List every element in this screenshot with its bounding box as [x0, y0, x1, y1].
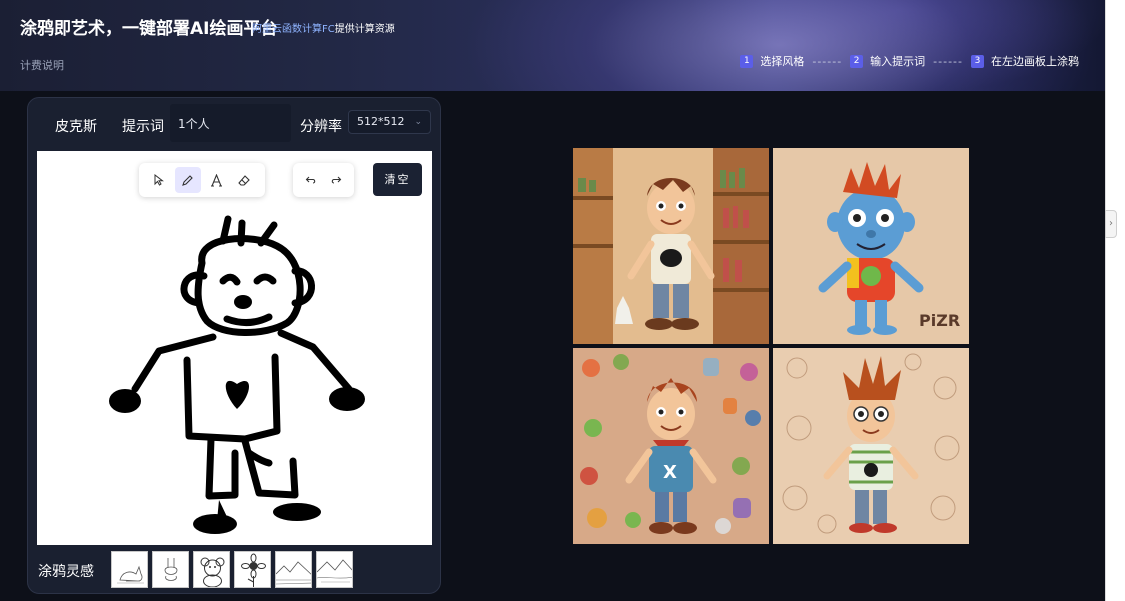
clear-button[interactable]: 清空: [373, 163, 422, 196]
provider-suffix: 提供计算资源: [334, 24, 395, 35]
result-image[interactable]: [773, 348, 969, 544]
pencil-icon[interactable]: [174, 167, 201, 193]
step-label: 在左边画板上涂鸦: [991, 55, 1079, 68]
step-separator: ------: [812, 54, 843, 68]
svg-text:X: X: [663, 462, 677, 483]
chevron-right-icon[interactable]: ›: [1105, 210, 1117, 238]
chevron-down-icon: ⌄: [414, 117, 422, 127]
inspiration-thumb-cat[interactable]: [111, 551, 148, 588]
resolution-value: 512*512: [357, 115, 405, 128]
step-number: 1: [740, 54, 754, 68]
provider-note: 阿里云函数计算FC提供计算资源: [252, 20, 395, 35]
drawing-panel: 皮克斯 提示词 分辨率 512*512 ⌄: [27, 97, 441, 594]
inspiration-thumb-rabbit[interactable]: [152, 551, 189, 588]
billing-link[interactable]: 计费说明: [20, 57, 64, 73]
step-separator: ------: [933, 54, 963, 68]
page-scrollbar[interactable]: [1105, 0, 1125, 601]
history-toolbar: [293, 163, 354, 197]
step-number: 2: [850, 54, 864, 68]
prompt-input[interactable]: [170, 104, 291, 142]
select-icon[interactable]: [146, 167, 172, 193]
drawing-canvas[interactable]: 清空: [37, 151, 432, 545]
resolution-label: 分辨率: [300, 119, 342, 135]
inspiration-gallery: [111, 551, 353, 588]
page-title: 涂鸦即艺术，一键部署AI绘画平台: [20, 19, 278, 39]
inspiration-label: 涂鸦灵感: [38, 564, 94, 580]
header: 涂鸦即艺术，一键部署AI绘画平台 阿里云函数计算FC提供计算资源 计费说明 1 …: [0, 0, 1105, 91]
doodle-drawing: [109, 215, 365, 534]
step-label: 输入提示词: [870, 55, 926, 68]
step-label: 选择风格: [760, 55, 805, 68]
result-image[interactable]: PiZR: [773, 148, 969, 344]
undo-icon[interactable]: [299, 167, 324, 193]
redo-icon[interactable]: [324, 167, 349, 193]
inspiration-thumb-sunflower[interactable]: [234, 551, 271, 588]
result-grid: PiZR X: [573, 148, 971, 544]
drawing-toolbar: [139, 163, 265, 197]
result-image[interactable]: X: [573, 348, 769, 544]
resolution-select[interactable]: 512*512 ⌄: [348, 110, 431, 134]
svg-text:PiZR: PiZR: [919, 311, 960, 330]
result-image[interactable]: [573, 148, 769, 344]
provider-link[interactable]: 阿里云函数计算FC: [252, 24, 335, 35]
inspiration-thumb-mountain[interactable]: [316, 551, 353, 588]
text-icon[interactable]: [203, 167, 229, 193]
eraser-icon[interactable]: [232, 167, 258, 193]
step-indicator: 1 选择风格 ------ 2 输入提示词 ------ 3 在左边画板上涂鸦: [740, 53, 1079, 69]
inspiration-thumb-landscape[interactable]: [275, 551, 312, 588]
step-number: 3: [971, 54, 984, 68]
inspiration-thumb-bear[interactable]: [193, 551, 230, 588]
style-selector[interactable]: 皮克斯: [55, 116, 97, 136]
prompt-label: 提示词: [122, 119, 164, 135]
